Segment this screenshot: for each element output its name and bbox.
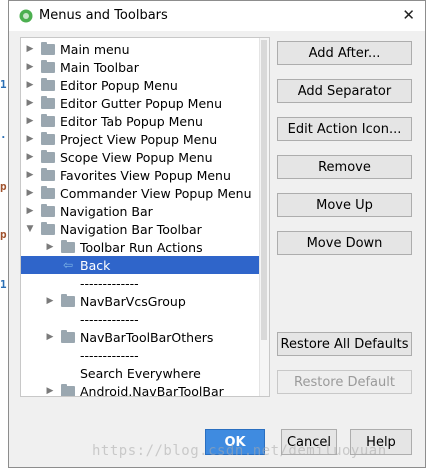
background-fragment: 1	[0, 78, 7, 91]
tree-row[interactable]: ▶ Editor Popup Menu	[21, 76, 265, 94]
tree-row[interactable]: ▶ Favorites View Popup Menu	[21, 166, 265, 184]
background-fragment: 1	[0, 278, 7, 291]
folder-icon	[41, 221, 55, 235]
expand-right-icon[interactable]: ▶	[45, 296, 55, 306]
expand-right-icon[interactable]: ▶	[25, 152, 35, 162]
expand-right-icon[interactable]: ▶	[25, 80, 35, 90]
expand-right-icon[interactable]: ▶	[25, 206, 35, 216]
background-fragment: p	[0, 228, 7, 241]
tree-row-label: Android.NavBarToolBar	[80, 383, 224, 397]
expand-right-icon[interactable]: ▶	[25, 134, 35, 144]
tree-row[interactable]: -------------	[21, 346, 269, 364]
folder-icon	[41, 113, 55, 127]
dialog-title: Menus and Toolbars	[39, 8, 168, 23]
tree-row[interactable]: ▶ Commander View Popup Menu	[21, 184, 265, 202]
folder-icon	[41, 59, 55, 73]
watermark: https://blog.csdn.net/demiluoyuan	[92, 443, 387, 459]
expand-right-icon[interactable]: ▶	[25, 98, 35, 108]
tree-row[interactable]: -------------	[21, 310, 269, 328]
close-icon[interactable]: ✕	[402, 6, 415, 24]
tree-row-label: -------------	[80, 275, 139, 291]
folder-icon	[41, 131, 55, 145]
expand-right-icon[interactable]: ▶	[25, 44, 35, 54]
folder-icon	[61, 383, 75, 396]
tree-row-label: Toolbar Run Actions	[80, 239, 203, 255]
tree-row[interactable]: ▶ Scope View Popup Menu	[21, 148, 265, 166]
expand-right-icon[interactable]: ▶	[45, 242, 55, 252]
expand-right-icon[interactable]: ▶	[25, 188, 35, 198]
tree-row-label: Navigation Bar Toolbar	[60, 221, 202, 237]
tree-row[interactable]: -------------	[21, 274, 269, 292]
edit-action-icon-button[interactable]: Edit Action Icon...	[277, 117, 412, 141]
background-fragment: p	[0, 180, 7, 193]
tree-row[interactable]: ▼ Navigation Bar Toolbar	[21, 220, 265, 238]
tree-row-label: Scope View Popup Menu	[60, 149, 213, 165]
folder-icon	[41, 41, 55, 55]
remove-button[interactable]: Remove	[277, 155, 412, 179]
restore-default-button[interactable]: Restore Default	[277, 370, 412, 394]
android-studio-icon	[19, 9, 33, 23]
folder-icon	[41, 95, 55, 109]
folder-icon	[41, 185, 55, 199]
title-bar: Menus and Toolbars ✕	[9, 1, 425, 31]
tree-row-label: NavBarVcsGroup	[80, 293, 186, 309]
tree-row[interactable]: ▶ Main menu	[21, 40, 265, 58]
expand-right-icon[interactable]: ▶	[45, 386, 55, 396]
background-fragment: .	[0, 128, 7, 141]
folder-icon	[61, 329, 75, 343]
move-up-button[interactable]: Move Up	[277, 193, 412, 217]
tree-row[interactable]: ▶ Project View Popup Menu	[21, 130, 265, 148]
tree-row-label: Search Everywhere	[80, 365, 201, 381]
folder-icon	[61, 293, 75, 307]
tree-row-label: Editor Gutter Popup Menu	[60, 95, 223, 111]
tree-row[interactable]: ▶ Editor Gutter Popup Menu	[21, 94, 265, 112]
add-separator-button[interactable]: Add Separator	[277, 79, 412, 103]
expand-right-icon[interactable]: ▶	[25, 170, 35, 180]
tree-row-label: NavBarToolBarOthers	[80, 329, 214, 345]
tree-row-label: Editor Tab Popup Menu	[60, 113, 203, 129]
tree-row-label: Commander View Popup Menu	[60, 185, 252, 201]
folder-icon	[41, 203, 55, 217]
tree-row[interactable]: ▶ NavBarVcsGroup	[21, 292, 269, 310]
tree-row[interactable]: ▶ Android.NavBarToolBar	[21, 382, 269, 397]
folder-icon	[61, 239, 75, 253]
move-down-button[interactable]: Move Down	[277, 231, 412, 255]
tree-row-label: Editor Popup Menu	[60, 77, 178, 93]
tree-row[interactable]: ▶ NavBarToolBarOthers	[21, 328, 269, 346]
tree-row-label: Navigation Bar	[60, 203, 153, 219]
actions-tree[interactable]: ▶ Android.NavBarToolBar Search Everywhere -…	[20, 37, 270, 397]
tree-row[interactable]: ⇦ Back	[21, 256, 269, 274]
tree-row-label: Project View Popup Menu	[60, 131, 218, 147]
tree-row-label: Favorites View Popup Menu	[60, 167, 231, 183]
tree-row[interactable]: ▶ Navigation Bar	[21, 202, 265, 220]
tree-row-label: -------------	[80, 311, 139, 327]
tree-row[interactable]: ▶ Toolbar Run Actions	[21, 238, 269, 256]
folder-icon	[41, 149, 55, 163]
tree-row-label: -------------	[80, 347, 139, 363]
menus-and-toolbars-dialog: Menus and Toolbars ✕ ▶ Android.NavBarTool…	[8, 0, 426, 468]
scrollbar-thumb[interactable]	[261, 40, 267, 340]
tree-row[interactable]: ▶ Main Toolbar	[21, 58, 265, 76]
expand-right-icon[interactable]: ▶	[45, 332, 55, 342]
expand-right-icon[interactable]: ▶	[25, 116, 35, 126]
tree-row[interactable]: ▶ Editor Tab Popup Menu	[21, 112, 265, 130]
restore-all-defaults-button[interactable]: Restore All Defaults	[277, 332, 412, 356]
vertical-scrollbar[interactable]	[259, 38, 269, 396]
folder-icon	[41, 167, 55, 181]
expand-down-icon[interactable]: ▼	[25, 224, 35, 234]
tree-row-label: Main Toolbar	[60, 59, 139, 75]
expand-right-icon[interactable]: ▶	[25, 62, 35, 72]
back-arrow-icon: ⇦	[62, 258, 74, 272]
folder-icon	[41, 77, 55, 91]
tree-row-label: Main menu	[60, 41, 130, 57]
add-after-button[interactable]: Add After...	[277, 41, 412, 65]
tree-row[interactable]: Search Everywhere	[21, 364, 269, 382]
tree-row-label: Back	[80, 257, 111, 273]
